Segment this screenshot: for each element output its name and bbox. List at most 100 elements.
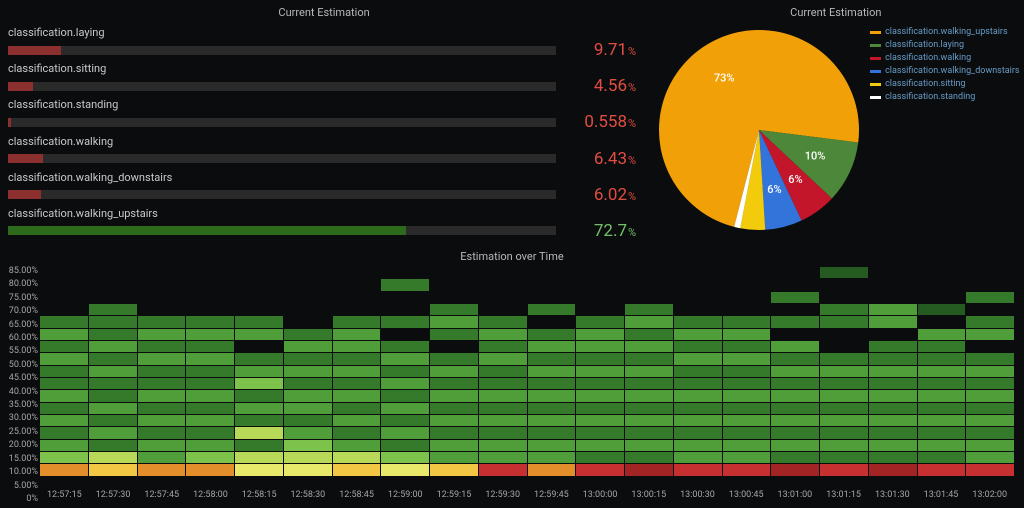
heat-cell[interactable] (576, 353, 624, 364)
heat-cell[interactable] (528, 292, 576, 303)
heat-cell[interactable] (479, 427, 527, 438)
heat-cell[interactable] (771, 353, 819, 364)
heat-cell[interactable] (576, 477, 624, 488)
heat-cell[interactable] (89, 341, 137, 352)
heat-cell[interactable] (89, 366, 137, 377)
heat-cell[interactable] (869, 477, 917, 488)
heat-cell[interactable] (138, 304, 186, 315)
heat-cell[interactable] (89, 279, 137, 290)
heat-cell[interactable] (381, 341, 429, 352)
legend-item[interactable]: classification.walking_upstairs (870, 27, 1019, 37)
heat-cell[interactable] (479, 316, 527, 327)
heat-cell[interactable] (138, 279, 186, 290)
heat-cell[interactable] (333, 440, 381, 451)
heat-cell[interactable] (284, 267, 332, 278)
heat-cell[interactable] (381, 464, 429, 475)
heat-cell[interactable] (625, 329, 673, 340)
heat-cell[interactable] (381, 477, 429, 488)
heat-cell[interactable] (381, 353, 429, 364)
heat-cell[interactable] (869, 329, 917, 340)
heat-cell[interactable] (869, 415, 917, 426)
heat-cell[interactable] (333, 378, 381, 389)
heat-cell[interactable] (430, 267, 478, 278)
heat-cell[interactable] (235, 304, 283, 315)
pie-chart[interactable]: 73%10%6%6% (650, 23, 868, 240)
heat-cell[interactable] (869, 304, 917, 315)
heat-cell[interactable] (333, 403, 381, 414)
heat-cell[interactable] (576, 279, 624, 290)
heat-cell[interactable] (674, 292, 722, 303)
heat-cell[interactable] (40, 440, 88, 451)
heatmap-panel[interactable]: Estimation over Time 85.00%80.00%75.00%7… (4, 248, 1020, 504)
heat-cell[interactable] (138, 427, 186, 438)
heat-cell[interactable] (381, 329, 429, 340)
heat-cell[interactable] (625, 341, 673, 352)
heat-cell[interactable] (869, 390, 917, 401)
heat-cell[interactable] (625, 316, 673, 327)
heat-cell[interactable] (771, 477, 819, 488)
heat-cell[interactable] (576, 292, 624, 303)
heat-cell[interactable] (966, 329, 1014, 340)
heat-cell[interactable] (235, 366, 283, 377)
heat-cell[interactable] (40, 267, 88, 278)
heat-cell[interactable] (771, 415, 819, 426)
heat-cell[interactable] (723, 329, 771, 340)
heat-cell[interactable] (820, 464, 868, 475)
heat-cell[interactable] (528, 329, 576, 340)
heat-cell[interactable] (333, 353, 381, 364)
heat-cell[interactable] (918, 403, 966, 414)
heat-cell[interactable] (869, 452, 917, 463)
heat-cell[interactable] (381, 366, 429, 377)
heat-cell[interactable] (723, 341, 771, 352)
heat-cell[interactable] (869, 378, 917, 389)
heat-cell[interactable] (381, 390, 429, 401)
heat-cell[interactable] (820, 341, 868, 352)
heat-cell[interactable] (138, 464, 186, 475)
heat-cell[interactable] (333, 415, 381, 426)
heat-cell[interactable] (381, 279, 429, 290)
heat-cell[interactable] (479, 403, 527, 414)
heat-cell[interactable] (430, 464, 478, 475)
heat-cell[interactable] (284, 279, 332, 290)
heat-cell[interactable] (284, 353, 332, 364)
heat-cell[interactable] (820, 403, 868, 414)
heat-cell[interactable] (381, 378, 429, 389)
heat-cell[interactable] (186, 316, 234, 327)
heat-cell[interactable] (479, 452, 527, 463)
heat-cell[interactable] (381, 304, 429, 315)
heat-cell[interactable] (918, 316, 966, 327)
heat-cell[interactable] (723, 403, 771, 414)
heat-cell[interactable] (381, 440, 429, 451)
heat-cell[interactable] (625, 452, 673, 463)
heat-cell[interactable] (528, 353, 576, 364)
heat-cell[interactable] (89, 452, 137, 463)
heat-cell[interactable] (89, 316, 137, 327)
heat-cell[interactable] (528, 415, 576, 426)
bar-gauge-panel[interactable]: Current Estimation classification.laying… (4, 4, 644, 244)
heat-cell[interactable] (333, 427, 381, 438)
heat-cell[interactable] (430, 477, 478, 488)
heat-cell[interactable] (966, 279, 1014, 290)
heat-cell[interactable] (89, 403, 137, 414)
heat-cell[interactable] (918, 304, 966, 315)
heat-cell[interactable] (381, 292, 429, 303)
heat-cell[interactable] (89, 329, 137, 340)
heat-cell[interactable] (430, 427, 478, 438)
heat-cell[interactable] (381, 403, 429, 414)
heat-cell[interactable] (528, 427, 576, 438)
heat-cell[interactable] (674, 427, 722, 438)
heat-cell[interactable] (40, 390, 88, 401)
heat-cell[interactable] (771, 464, 819, 475)
heat-cell[interactable] (138, 292, 186, 303)
heat-cell[interactable] (528, 316, 576, 327)
heat-cell[interactable] (674, 341, 722, 352)
heat-cell[interactable] (479, 279, 527, 290)
heat-cell[interactable] (576, 267, 624, 278)
heat-cell[interactable] (186, 353, 234, 364)
heat-cell[interactable] (674, 366, 722, 377)
heat-cell[interactable] (869, 292, 917, 303)
heat-cell[interactable] (966, 353, 1014, 364)
heat-cell[interactable] (284, 316, 332, 327)
heat-cell[interactable] (284, 292, 332, 303)
heat-cell[interactable] (40, 353, 88, 364)
